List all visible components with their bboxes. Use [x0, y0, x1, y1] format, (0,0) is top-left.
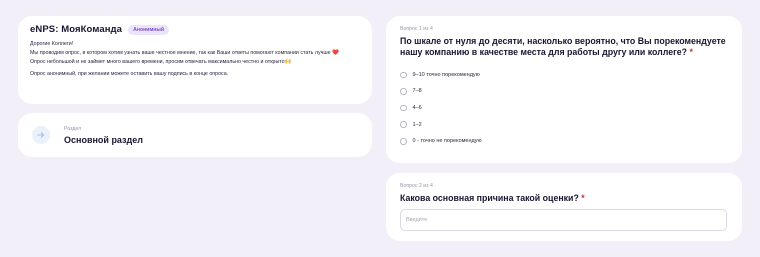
radio-option-label: 4–6	[412, 105, 422, 112]
radio-button[interactable]	[400, 104, 407, 112]
description-paragraph-2: Опрос небольшой и не займет много вашего…	[30, 59, 360, 67]
radio-option[interactable]: 1–2	[400, 116, 728, 133]
question-title-text: По шкале от нуля до десяти, насколько ве…	[400, 36, 726, 57]
radio-option-label: 0 - точно не порекомендую	[412, 138, 482, 145]
radio-button[interactable]	[400, 138, 407, 145]
question-title-text: Какова основная причина такой оценки?	[400, 193, 579, 203]
section-card[interactable]: Раздел Основной раздел	[18, 113, 372, 157]
survey-intro-card: eNPS: МояКоманда Анонимный Дорогие Колле…	[18, 16, 372, 104]
survey-title-row: eNPS: МояКоманда Анонимный	[30, 24, 360, 35]
paragraph-2-text: Опрос небольшой и не займет много вашего…	[30, 58, 285, 65]
radio-option-label: 1–2	[412, 121, 422, 128]
radio-option-label: 7–8	[412, 88, 422, 95]
paragraph-1-text: Мы проводим опрос, в котором хотим узнат…	[30, 49, 331, 56]
section-meta: Раздел Основной раздел	[64, 126, 143, 145]
question-title: Какова основная причина такой оценки? *	[400, 193, 728, 203]
radio-button[interactable]	[400, 88, 407, 95]
raised-hands-icon: 🙌	[284, 58, 292, 65]
greeting-text: Дорогие Коллеги!	[30, 41, 74, 47]
radio-button[interactable]	[400, 121, 407, 128]
arrow-right-icon	[32, 126, 50, 144]
heart-icon: ❤️	[332, 49, 339, 56]
question-card-2: Вопрос 2 из 4 Какова основная причина та…	[386, 173, 742, 241]
question-counter: Вопрос 2 из 4	[400, 183, 433, 189]
survey-title: eNPS: МояКоманда	[30, 24, 123, 35]
radio-option[interactable]: 0 - точно не порекомендую	[400, 133, 728, 150]
question-counter: Вопрос 1 из 4	[400, 26, 433, 32]
required-mark: *	[689, 46, 693, 57]
section-label: Раздел	[64, 125, 82, 132]
answer-input[interactable]	[400, 209, 727, 231]
required-mark: *	[581, 193, 585, 203]
radio-option-label: 9–10 точно порекомендую	[412, 71, 480, 78]
section-name: Основной раздел	[64, 134, 143, 145]
anonymous-badge: Анонимный	[128, 24, 170, 35]
description-paragraph-1: Мы проводим опрос, в котором хотим узнат…	[30, 50, 360, 58]
question-title: По шкале от нуля до десяти, насколько ве…	[400, 36, 728, 58]
radio-button[interactable]	[400, 71, 407, 79]
radio-option[interactable]: 9–10 точно порекомендую	[400, 67, 728, 84]
question-card-1: Вопрос 1 из 4 По шкале от нуля до десяти…	[386, 16, 742, 163]
radio-group: 9–10 точно порекомендую 7–8 4–6 1–2 0 - …	[400, 67, 728, 150]
description-paragraph-3: Опрос анонимный, при желании можете оста…	[30, 70, 229, 77]
survey-description: Дорогие Коллеги! Мы проводим опрос, в ко…	[30, 41, 360, 78]
radio-option[interactable]: 4–6	[400, 100, 728, 117]
radio-option[interactable]: 7–8	[400, 83, 728, 100]
